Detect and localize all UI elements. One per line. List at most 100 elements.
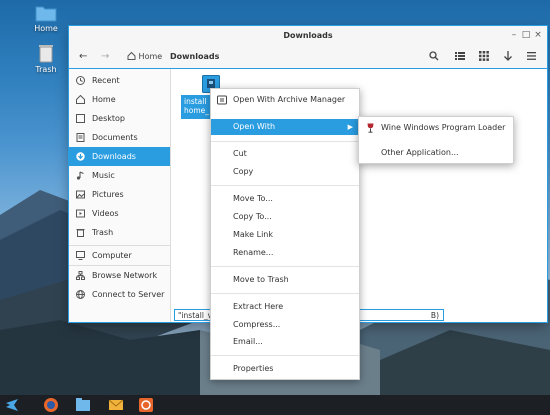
menu-item-open-with[interactable]: Open With ▶ bbox=[211, 119, 359, 135]
menu-item-label: Email... bbox=[233, 337, 263, 346]
menu-item-open-with-archive-manager[interactable]: Open With Archive Manager bbox=[211, 92, 359, 108]
menu-item-label: Extract Here bbox=[233, 302, 284, 311]
start-menu-icon[interactable] bbox=[4, 397, 20, 413]
grid-view-icon bbox=[479, 51, 489, 61]
minimize-button[interactable]: – bbox=[509, 30, 519, 40]
sidebar-item-desktop[interactable]: Desktop bbox=[69, 109, 170, 128]
submenu-item-wine[interactable]: Wine Windows Program Loader bbox=[359, 119, 513, 137]
menu-item-label: Copy To... bbox=[233, 212, 272, 221]
trash-icon bbox=[39, 45, 53, 63]
toolbar: ← → Home Downloads bbox=[69, 46, 547, 69]
archive-icon bbox=[217, 95, 227, 105]
mail-icon[interactable] bbox=[108, 397, 124, 413]
sidebar-item-home[interactable]: Home bbox=[69, 90, 170, 109]
server-icon bbox=[76, 290, 85, 299]
sidebar-item-label: Downloads bbox=[92, 152, 136, 161]
submenu-item-other-application[interactable]: Other Application... bbox=[359, 144, 513, 162]
menu-item-label: Rename... bbox=[233, 248, 274, 257]
list-view-icon bbox=[455, 52, 465, 60]
forward-button[interactable]: → bbox=[101, 51, 109, 63]
titlebar[interactable]: Downloads – □ × bbox=[69, 26, 547, 46]
hamburger-icon bbox=[527, 52, 536, 60]
menu-item-cut[interactable]: Cut bbox=[211, 146, 359, 162]
menu-divider bbox=[211, 185, 359, 186]
download-icon bbox=[76, 152, 85, 161]
menu-item-rename[interactable]: Rename... bbox=[211, 245, 359, 261]
menu-item-move-to[interactable]: Move To... bbox=[211, 191, 359, 207]
desktop-icon-label: Trash bbox=[35, 65, 57, 74]
menu-item-copy[interactable]: Copy bbox=[211, 164, 359, 180]
trash-icon bbox=[76, 229, 85, 237]
desktop-icon-label: Home bbox=[34, 24, 58, 33]
menu-item-label: Properties bbox=[233, 364, 274, 373]
sidebar-item-label: Videos bbox=[92, 209, 119, 218]
menu-item-make-link[interactable]: Make Link bbox=[211, 227, 359, 243]
sidebar-item-label: Browse Network bbox=[92, 271, 158, 280]
status-text-size: B) bbox=[430, 311, 439, 320]
document-icon bbox=[76, 133, 85, 142]
sidebar-item-computer[interactable]: Computer bbox=[69, 246, 170, 265]
home-icon bbox=[127, 51, 136, 60]
menu-item-label: Move to Trash bbox=[233, 275, 289, 284]
sidebar-item-videos[interactable]: Videos bbox=[69, 204, 170, 223]
wine-icon bbox=[367, 123, 374, 133]
sidebar-item-downloads[interactable]: Downloads bbox=[69, 147, 170, 166]
sidebar-item-trash[interactable]: Trash bbox=[69, 223, 170, 242]
video-icon bbox=[76, 209, 85, 218]
menu-item-extract-here[interactable]: Extract Here bbox=[211, 299, 359, 315]
firefox-icon[interactable] bbox=[43, 397, 59, 413]
menu-button[interactable] bbox=[527, 51, 537, 63]
clock-icon bbox=[76, 76, 85, 85]
sidebar-item-label: Pictures bbox=[92, 190, 124, 199]
context-menu: Open With Archive Manager Open With ▶ Cu… bbox=[210, 88, 360, 380]
software-center-icon[interactable] bbox=[138, 397, 154, 413]
sidebar-item-label: Computer bbox=[92, 251, 132, 260]
menu-item-label: Copy bbox=[233, 167, 254, 176]
sidebar-item-music[interactable]: Music bbox=[69, 166, 170, 185]
sidebar-item-label: Documents bbox=[92, 133, 138, 142]
menu-item-move-to-trash[interactable]: Move to Trash bbox=[211, 272, 359, 288]
sidebar: Recent Home Desktop Documents Downloads … bbox=[69, 69, 171, 322]
sidebar-item-browse-network[interactable]: Browse Network bbox=[69, 266, 170, 285]
taskbar bbox=[0, 395, 550, 415]
submenu-arrow-icon: ▶ bbox=[347, 123, 353, 131]
back-button[interactable]: ← bbox=[79, 51, 87, 63]
sidebar-item-label: Home bbox=[92, 95, 116, 104]
sidebar-item-label: Trash bbox=[92, 228, 114, 237]
sidebar-item-label: Music bbox=[92, 171, 115, 180]
desktop-icon-trash[interactable]: Trash bbox=[24, 43, 68, 74]
menu-item-email[interactable]: Email... bbox=[211, 334, 359, 350]
arrow-down-icon bbox=[504, 51, 512, 61]
close-button[interactable]: × bbox=[533, 30, 543, 40]
sidebar-item-documents[interactable]: Documents bbox=[69, 128, 170, 147]
files-icon[interactable] bbox=[75, 397, 91, 413]
sidebar-item-label: Desktop bbox=[92, 114, 125, 123]
grid-view-button[interactable] bbox=[479, 51, 489, 63]
menu-item-label: Cut bbox=[233, 149, 247, 158]
breadcrumb-home[interactable]: Home bbox=[127, 51, 162, 63]
open-with-submenu: Wine Windows Program Loader Other Applic… bbox=[358, 116, 514, 164]
sidebar-item-recent[interactable]: Recent bbox=[69, 71, 170, 90]
menu-item-properties[interactable]: Properties bbox=[211, 361, 359, 377]
network-icon bbox=[76, 271, 85, 280]
sidebar-item-connect-to-server[interactable]: Connect to Server bbox=[69, 285, 170, 304]
menu-item-copy-to[interactable]: Copy To... bbox=[211, 209, 359, 225]
menu-item-compress[interactable]: Compress... bbox=[211, 317, 359, 333]
menu-divider bbox=[211, 266, 359, 267]
breadcrumb-downloads[interactable]: Downloads bbox=[170, 51, 219, 63]
menu-item-label: Move To... bbox=[233, 194, 273, 203]
sidebar-item-label: Recent bbox=[92, 76, 120, 85]
desktop-icon-home[interactable]: Home bbox=[24, 4, 68, 33]
home-icon bbox=[76, 95, 85, 104]
search-button[interactable] bbox=[429, 51, 439, 63]
picture-icon bbox=[76, 190, 85, 199]
search-icon bbox=[429, 51, 439, 61]
sort-button[interactable] bbox=[503, 51, 513, 63]
list-view-button[interactable] bbox=[455, 51, 465, 63]
status-text: "install_vi bbox=[178, 311, 215, 320]
maximize-button[interactable]: □ bbox=[521, 30, 531, 40]
submenu-item-label: Wine Windows Program Loader bbox=[381, 123, 506, 132]
submenu-item-label: Other Application... bbox=[381, 148, 459, 157]
system-tray[interactable] bbox=[380, 399, 546, 411]
sidebar-item-pictures[interactable]: Pictures bbox=[69, 185, 170, 204]
